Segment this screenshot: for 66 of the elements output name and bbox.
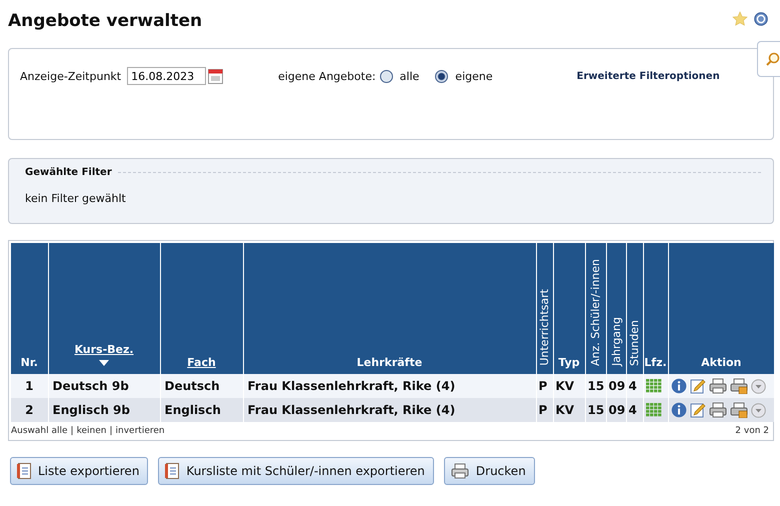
table-cell: KV <box>553 374 585 398</box>
info-icon[interactable] <box>670 378 686 394</box>
printer-icon[interactable] <box>730 378 748 394</box>
table-cell: Englisch <box>160 398 243 422</box>
dropdown-icon[interactable] <box>750 378 766 394</box>
printer-icon[interactable] <box>708 378 726 394</box>
table-cell: P <box>536 398 553 422</box>
table-cell: KV <box>553 398 585 422</box>
table-cell: Frau Klassenlehrkraft, Rike (4) <box>243 374 536 398</box>
printer-icon[interactable] <box>708 402 726 418</box>
date-label: Anzeige-Zeitpunkt <box>20 70 122 82</box>
selection-link[interactable]: invertieren <box>116 426 165 436</box>
column-header: Unterrichtsart <box>536 243 553 374</box>
selection-link[interactable]: keinen <box>76 426 106 436</box>
column-header: Anz. Schüler/-innen <box>585 243 606 374</box>
column-header: Typ <box>553 243 585 374</box>
star-icon[interactable] <box>732 11 748 27</box>
column-header[interactable]: Fach <box>160 243 243 374</box>
table-cell: 15 <box>585 398 606 422</box>
export-button[interactable]: Kursliste mit Schüler/-innen exportieren <box>158 457 434 485</box>
print-button[interactable]: Drucken <box>444 457 535 485</box>
row-count: 2 von 2 <box>735 426 769 436</box>
column-header: Jahrgang <box>606 243 626 374</box>
date-field[interactable]: 16.08.2023 <box>127 67 206 85</box>
radio-button[interactable] <box>380 70 393 82</box>
column-header: Nr. <box>11 243 48 374</box>
page-title: Angebote verwalten <box>8 11 202 31</box>
table-cell: 15 <box>585 374 606 398</box>
radio-button[interactable] <box>435 70 448 82</box>
document-icon <box>165 463 180 479</box>
radio-label: alle <box>400 70 420 82</box>
search-icon[interactable] <box>766 52 780 66</box>
edit-icon[interactable] <box>690 378 706 394</box>
separator: | <box>109 426 113 436</box>
table-cell: Englisch 9b <box>48 398 160 422</box>
table-cell: Deutsch <box>160 374 243 398</box>
column-header: Lehrkräfte <box>243 243 536 374</box>
document-icon <box>17 463 31 479</box>
column-header: Stunden <box>626 243 643 374</box>
export-button[interactable]: Liste exportieren <box>10 457 148 485</box>
radio-label: eigene <box>455 70 493 82</box>
filter-status-text: kein Filter gewählt <box>25 192 127 205</box>
table-cell: 2 <box>11 398 48 422</box>
table-cell: Deutsch 9b <box>48 374 160 398</box>
info-icon[interactable] <box>670 402 686 418</box>
column-header[interactable]: Kurs-Bez. <box>48 243 160 374</box>
table-cell: 1 <box>11 374 48 398</box>
calendar-icon[interactable] <box>208 68 224 84</box>
table-cell: 4 <box>626 398 643 422</box>
printer-icon <box>450 463 469 479</box>
table-cell: P <box>536 374 553 398</box>
column-header: Aktion <box>668 243 774 374</box>
table-cell: Frau Klassenlehrkraft, Rike (4) <box>243 398 536 422</box>
dropdown-icon[interactable] <box>750 402 766 418</box>
column-header: Lfz. <box>643 243 668 374</box>
separator: | <box>70 426 74 436</box>
selection-link[interactable]: Auswahl alle <box>11 426 68 436</box>
table-cell: 09 <box>606 374 626 398</box>
own-offers-label: eigene Angebote: <box>278 70 376 82</box>
printer-icon[interactable] <box>730 402 748 418</box>
edit-icon[interactable] <box>690 402 706 418</box>
advanced-filter-link[interactable]: Erweiterte Filteroptionen <box>576 70 720 82</box>
grid-icon[interactable] <box>646 379 662 393</box>
table-cell: 09 <box>606 398 626 422</box>
panel-heading: Gewählte Filter <box>25 167 112 178</box>
table-cell: 4 <box>626 374 643 398</box>
